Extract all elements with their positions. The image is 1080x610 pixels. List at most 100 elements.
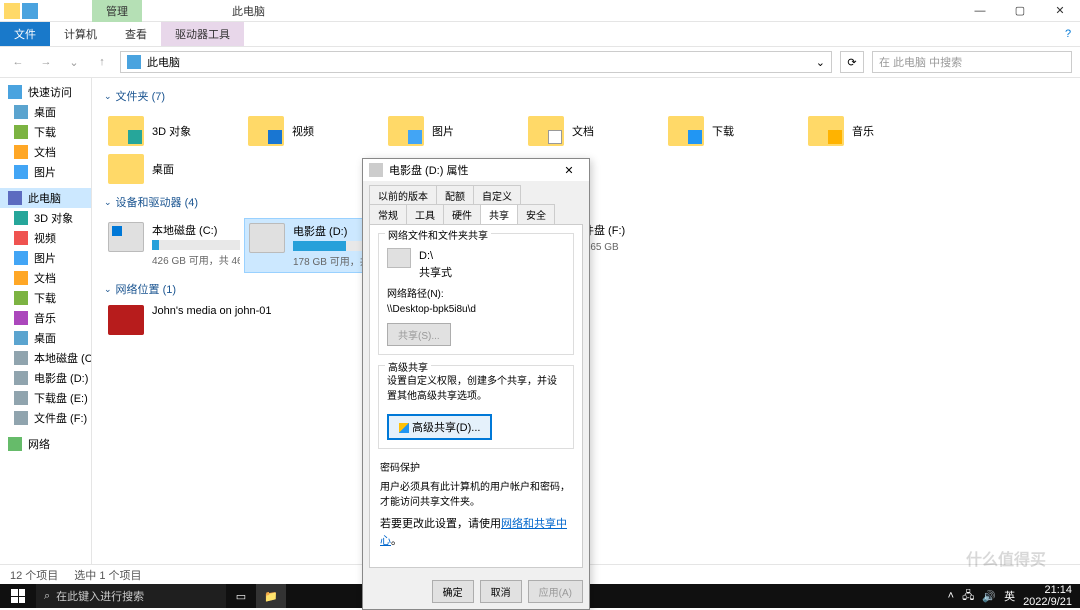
pc-icon [8,191,22,205]
qat-icon[interactable] [4,3,20,19]
group-folders[interactable]: ⌄文件夹 (7) [104,84,1068,108]
selection-count: 选中 1 个项目 [74,567,141,583]
section-advanced-sharing: 高级共享 设置自定义权限，创建多个共享，并设置其他高级共享选项。 高级共享(D)… [378,365,574,449]
sidebar-item[interactable]: 下载 [0,122,91,142]
sidebar-item[interactable]: 本地磁盘 (C:) [0,348,91,368]
sidebar-item[interactable]: 电影盘 (D:) [0,368,91,388]
tab-file[interactable]: 文件 [0,22,50,46]
sidebar-item[interactable]: 文件盘 (F:) [0,408,91,428]
refresh-button[interactable]: ⟳ [840,51,864,73]
folder-icon [108,154,144,184]
tab-tools[interactable]: 工具 [406,204,444,224]
start-button[interactable] [0,584,36,608]
tab-general[interactable]: 常规 [369,204,407,224]
share-button[interactable]: 共享(S)... [387,323,451,346]
sidebar-quick-access[interactable]: 快速访问 [0,82,91,102]
tray-ime[interactable]: 英 [1004,588,1015,604]
folder-icon [388,116,424,146]
address-field[interactable]: 此电脑 ⌄ [120,51,832,73]
sidebar-item[interactable]: 下载盘 (E:) [0,388,91,408]
tray-volume-icon[interactable]: 🔊 [982,590,996,603]
tray-date[interactable]: 2022/9/21 [1023,596,1072,608]
ok-button[interactable]: 确定 [432,580,474,603]
folder-item[interactable]: 视频 [244,112,384,150]
tab-view[interactable]: 查看 [111,22,161,46]
sidebar-item[interactable]: 桌面 [0,102,91,122]
cancel-button[interactable]: 取消 [480,580,522,603]
explorer-taskbar-icon[interactable]: 📁 [256,584,286,608]
sidebar-item[interactable]: 音乐 [0,308,91,328]
network-item[interactable]: John's media on john-01 [104,301,304,339]
tab-computer[interactable]: 计算机 [50,22,111,46]
music-icon [14,311,28,325]
taskbar-search[interactable]: ⌕在此键入进行搜索 [36,584,226,608]
sidebar-item[interactable]: 文档 [0,268,91,288]
context-tab[interactable]: 管理 [92,0,142,22]
tray-network-icon[interactable]: 🖧 [962,587,974,606]
close-button[interactable]: ✕ [1040,0,1080,22]
tab-sharing[interactable]: 共享 [480,204,518,224]
tab-drive-tools[interactable]: 驱动器工具 [161,22,244,46]
sidebar-network[interactable]: 网络 [0,434,91,454]
folder-icon [108,116,144,146]
drive-icon [387,248,411,268]
qat-icon[interactable] [22,3,38,19]
dialog-tabs: 以前的版本 配额 自定义 常规 工具 硬件 共享 安全 [363,181,589,224]
folder-item[interactable]: 3D 对象 [104,112,244,150]
dialog-titlebar[interactable]: 电影盘 (D:) 属性 ✕ [363,159,589,181]
picture-icon [14,251,28,265]
drive-icon [369,163,383,177]
minimize-button[interactable]: — [960,0,1000,22]
folder-item[interactable]: 文档 [524,112,664,150]
sidebar-item[interactable]: 桌面 [0,328,91,348]
sidebar-item[interactable]: 图片 [0,162,91,182]
dialog-close-button[interactable]: ✕ [555,161,583,179]
sidebar-item[interactable]: 图片 [0,248,91,268]
sidebar-item[interactable]: 视频 [0,228,91,248]
network-icon [8,437,22,451]
tab-previous-versions[interactable]: 以前的版本 [369,185,437,205]
drive-icon [14,411,28,425]
maximize-button[interactable]: ▢ [1000,0,1040,22]
tab-hardware[interactable]: 硬件 [443,204,481,224]
folder-icon [808,116,844,146]
task-view-button[interactable]: ▭ [226,584,256,608]
address-path: 此电脑 [147,54,180,70]
sidebar-item[interactable]: 下载 [0,288,91,308]
folder-item[interactable]: 下载 [664,112,804,150]
chevron-down-icon: ⌄ [104,91,112,102]
folder-item[interactable]: 桌面 [104,150,244,188]
drive-icon [249,223,285,253]
tab-security[interactable]: 安全 [517,204,555,224]
tray-chevron-icon[interactable]: ˄ [948,590,954,602]
folder-item[interactable]: 音乐 [804,112,944,150]
shield-icon [399,423,409,433]
titlebar: 管理 此电脑 — ▢ ✕ [0,0,1080,22]
download-icon [14,125,28,139]
dropdown-history[interactable]: ⌄ [64,52,84,72]
search-input[interactable]: 在 此电脑 中搜索 [872,51,1072,73]
advanced-share-button[interactable]: 高级共享(D)... [387,414,492,440]
dialog-title: 电影盘 (D:) 属性 [389,162,468,178]
folder-item[interactable]: 图片 [384,112,524,150]
back-button[interactable]: ← [8,52,28,72]
apply-button[interactable]: 应用(A) [528,580,583,603]
chevron-down-icon: ⌄ [104,284,112,295]
forward-button[interactable]: → [36,52,56,72]
section-password: 密码保护 用户必须具有此计算机的用户帐户和密码，才能访问共享文件夹。 若要更改此… [378,459,574,549]
tab-customize[interactable]: 自定义 [473,185,521,205]
drive-icon [108,222,144,252]
up-button[interactable]: ↑ [92,52,112,72]
tab-quota[interactable]: 配额 [436,185,474,205]
3d-icon [14,211,28,225]
tray-time[interactable]: 21:14 [1023,584,1072,596]
help-button[interactable]: ? [1056,22,1080,46]
sidebar-item[interactable]: 文档 [0,142,91,162]
address-bar: ← → ⌄ ↑ 此电脑 ⌄ ⟳ 在 此电脑 中搜索 [0,46,1080,78]
sidebar-this-pc[interactable]: 此电脑 [0,188,91,208]
ribbon: 文件 计算机 查看 驱动器工具 ? [0,22,1080,46]
folder-icon [248,116,284,146]
chevron-down-icon[interactable]: ⌄ [816,56,825,69]
drive-item[interactable]: 本地磁盘 (C:)426 GB 可用，共 465 GB [104,218,244,273]
sidebar-item[interactable]: 3D 对象 [0,208,91,228]
